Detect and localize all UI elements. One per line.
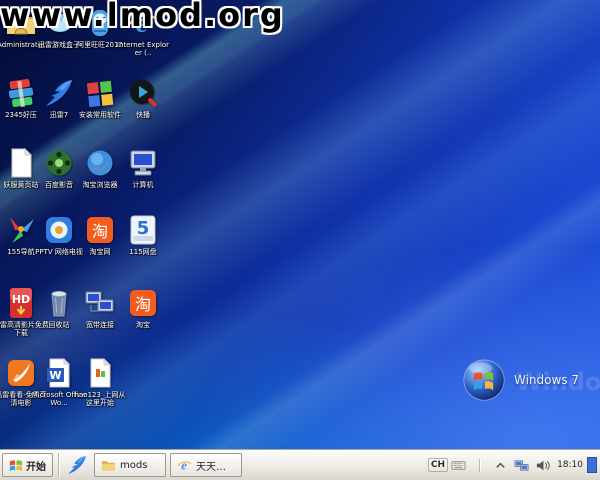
tray-separator (472, 458, 487, 473)
task-button-1[interactable]: mods (94, 453, 166, 477)
xunlei7-icon (43, 77, 75, 109)
desktop-icon-label: 快播 (115, 111, 171, 119)
baidu-player-icon (43, 147, 75, 179)
internet-explorer-icon: e (177, 458, 192, 473)
desktop-icon-label: Internet Explorer (.. (115, 41, 171, 57)
windows7-logo-text: Windows 7 (514, 373, 579, 387)
svg-text:HD: HD (12, 293, 30, 306)
hidden-icons-chevron[interactable] (493, 458, 508, 473)
desktop-icon-label: 计算机 (115, 181, 171, 189)
start-button-label: 开始 (26, 458, 46, 473)
svg-text:淘: 淘 (92, 222, 108, 241)
disk-115-icon: 5 (127, 214, 159, 246)
volume-icon[interactable] (535, 458, 550, 473)
svg-text:5: 5 (137, 218, 150, 239)
xunlei-quick-launch[interactable] (66, 454, 88, 476)
taobao-icon: 淘 (127, 287, 159, 319)
taskbar: 开始 mods e 天天学习 -.. CH 18:10 (0, 449, 600, 480)
broadband-icon (84, 287, 116, 319)
start-button[interactable]: 开始 (2, 453, 53, 477)
task-button-label: mods (120, 460, 147, 471)
hao123-icon (84, 357, 116, 389)
desktop-icon-label: 淘宝 (115, 321, 171, 329)
desktop-icon-qvod[interactable]: 快播 (115, 77, 171, 119)
qvod-icon (127, 77, 159, 109)
taobao-icon: 淘 (84, 214, 116, 246)
taskbar-divider (58, 453, 59, 477)
svg-text:e: e (181, 458, 187, 473)
desktop-icon-taobao[interactable]: 淘淘宝 (115, 287, 171, 329)
site-watermark: www.lmod.org (0, 0, 285, 30)
computer-icon (127, 147, 159, 179)
desktop-icon-hao123[interactable]: hao123_上网从这里开始 (72, 357, 128, 407)
folder-icon (101, 458, 116, 473)
svg-text:W: W (49, 369, 61, 382)
pptv-icon (43, 214, 75, 246)
recycle-bin-icon (43, 287, 75, 319)
system-tray: CH 18:10 (428, 457, 598, 473)
task-button-label: 天天学习 -.. (196, 458, 235, 473)
desktop-icon-label: hao123_上网从这里开始 (72, 391, 128, 407)
install-software-icon (84, 77, 116, 109)
desktop-wallpaper: www.lmod.org Administrator迅雷游戏盒子阿里旺旺2012… (0, 0, 600, 449)
desktop-icon-computer[interactable]: 计算机 (115, 147, 171, 189)
desktop-icon-disk-115[interactable]: 5 115网盘 (115, 214, 171, 256)
keyboard-icon[interactable] (451, 458, 466, 473)
windows-orb-icon (462, 358, 506, 402)
word-icon: W (43, 357, 75, 389)
desktop-icon-label: 115网盘 (115, 248, 171, 256)
network-icon[interactable] (514, 458, 529, 473)
svg-text:淘: 淘 (135, 295, 151, 314)
windows7-logo: Windows 7 (462, 358, 579, 402)
task-button-2[interactable]: e 天天学习 -.. (170, 453, 242, 477)
clock[interactable]: 18:10 (557, 460, 583, 470)
show-desktop-button[interactable] (587, 457, 597, 473)
start-flag-icon (9, 458, 23, 472)
language-indicator[interactable]: CH (428, 458, 448, 472)
taobao-browser-icon (84, 147, 116, 179)
